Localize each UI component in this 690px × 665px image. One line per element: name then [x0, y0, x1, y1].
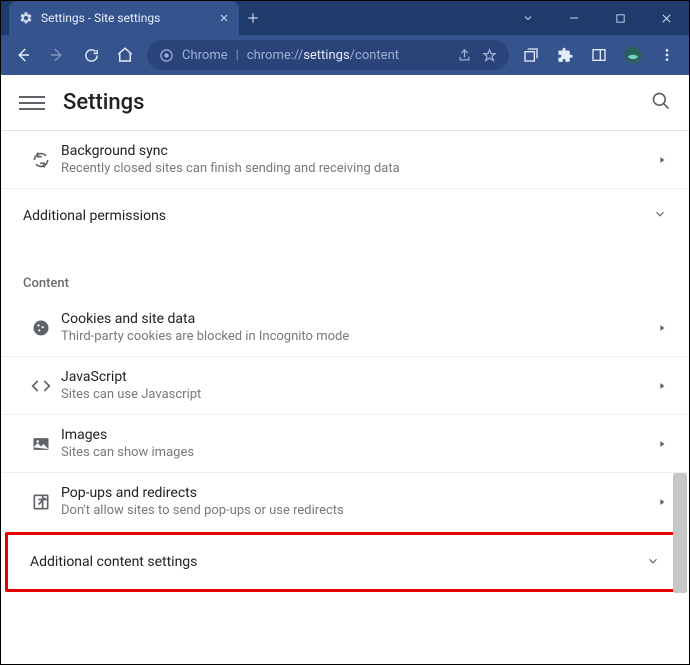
- panel-icon: [591, 47, 607, 63]
- star-icon[interactable]: [482, 48, 497, 63]
- plus-icon: [246, 11, 260, 25]
- highlight-annotation: Additional content settings: [5, 532, 685, 592]
- collections-icon: [523, 47, 539, 63]
- home-button[interactable]: [109, 39, 141, 71]
- maximize-button[interactable]: [597, 3, 643, 33]
- caret-down-button[interactable]: [505, 3, 551, 33]
- browser-tab[interactable]: Settings - Site settings: [9, 1, 239, 35]
- row-background-sync[interactable]: Background sync Recently closed sites ca…: [1, 131, 689, 188]
- row-subtitle: Don't allow sites to send pop-ups or use…: [61, 503, 657, 518]
- address-url: chrome://settings/content: [247, 48, 399, 63]
- home-icon: [116, 46, 134, 64]
- maximize-icon: [615, 13, 626, 24]
- search-button[interactable]: [651, 91, 671, 115]
- row-cookies[interactable]: Cookies and site data Third-party cookie…: [1, 299, 689, 356]
- row-javascript[interactable]: JavaScript Sites can use Javascript: [1, 356, 689, 414]
- minimize-button[interactable]: [551, 3, 597, 33]
- sync-icon: [31, 150, 51, 170]
- settings-content: Background sync Recently closed sites ca…: [1, 131, 689, 664]
- address-host: Chrome: [182, 48, 228, 63]
- image-icon: [31, 434, 51, 454]
- row-popups[interactable]: Pop-ups and redirects Don't allow sites …: [1, 472, 689, 530]
- minimize-icon: [568, 12, 580, 24]
- settings-header: Settings: [1, 75, 689, 131]
- scrollbar-thumb[interactable]: [673, 473, 687, 593]
- arrow-left-icon: [14, 46, 32, 64]
- collections-button[interactable]: [515, 39, 547, 71]
- menu-button[interactable]: [651, 39, 683, 71]
- cookie-icon: [31, 318, 51, 338]
- popup-icon: [31, 492, 51, 512]
- dots-vertical-icon: [659, 47, 675, 63]
- row-additional-permissions[interactable]: Additional permissions: [1, 188, 689, 242]
- row-title: Cookies and site data: [61, 311, 657, 327]
- chevron-right-icon: [657, 497, 667, 507]
- row-title: Background sync: [61, 143, 657, 159]
- sidepanel-button[interactable]: [583, 39, 615, 71]
- row-subtitle: Sites can use Javascript: [61, 387, 657, 402]
- row-title: JavaScript: [61, 369, 657, 385]
- tab-title: Settings - Site settings: [41, 11, 211, 25]
- chevron-right-icon: [657, 323, 667, 333]
- chevron-right-icon: [657, 439, 667, 449]
- reload-icon: [83, 47, 100, 64]
- row-title: Additional content settings: [30, 554, 646, 570]
- close-window-button[interactable]: [643, 3, 689, 33]
- row-subtitle: Third-party cookies are blocked in Incog…: [61, 329, 657, 344]
- gear-icon: [19, 11, 33, 25]
- row-subtitle: Sites can show images: [61, 445, 657, 460]
- row-title: Images: [61, 427, 657, 443]
- arrow-right-icon: [48, 46, 66, 64]
- menu-toggle-button[interactable]: [19, 90, 45, 116]
- window-controls: [505, 1, 689, 35]
- new-tab-button[interactable]: [239, 1, 267, 35]
- reload-button[interactable]: [75, 39, 107, 71]
- chrome-icon: [159, 48, 174, 63]
- extensions-button[interactable]: [549, 39, 581, 71]
- window-titlebar: Settings - Site settings: [1, 1, 689, 35]
- row-title: Additional permissions: [23, 208, 653, 224]
- close-tab-icon[interactable]: [219, 13, 229, 23]
- row-additional-content-settings[interactable]: Additional content settings: [8, 535, 682, 589]
- code-icon: [31, 376, 51, 396]
- search-icon: [651, 91, 671, 111]
- chevron-down-icon: [646, 554, 660, 568]
- forward-button[interactable]: [41, 39, 73, 71]
- profile-button[interactable]: [617, 39, 649, 71]
- chevron-right-icon: [657, 381, 667, 391]
- chevron-down-icon: [522, 12, 534, 24]
- section-content-label: Content: [1, 242, 689, 299]
- chevron-down-icon: [653, 207, 667, 221]
- page-title: Settings: [63, 90, 144, 115]
- row-title: Pop-ups and redirects: [61, 485, 657, 501]
- chevron-right-icon: [657, 155, 667, 165]
- address-bar[interactable]: Chrome | chrome://settings/content: [147, 40, 509, 70]
- browser-toolbar: Chrome | chrome://settings/content: [1, 35, 689, 75]
- puzzle-icon: [557, 47, 574, 64]
- close-icon: [660, 12, 673, 25]
- row-subtitle: Recently closed sites can finish sending…: [61, 161, 657, 176]
- avatar-icon: [623, 45, 643, 65]
- share-icon[interactable]: [457, 48, 472, 63]
- back-button[interactable]: [7, 39, 39, 71]
- row-images[interactable]: Images Sites can show images: [1, 414, 689, 472]
